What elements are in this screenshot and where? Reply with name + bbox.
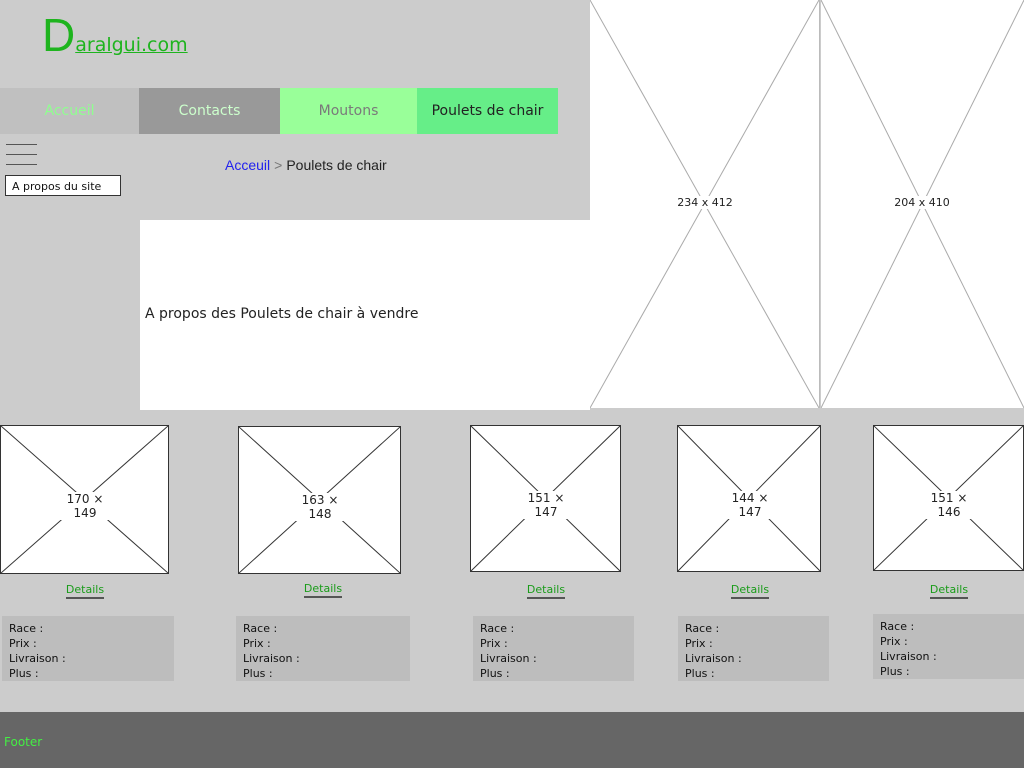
site-logo[interactable]: Daralgui.com bbox=[42, 10, 188, 60]
breadcrumb: Acceuil > Poulets de chair bbox=[225, 157, 387, 173]
prix-label: Prix : bbox=[243, 637, 271, 650]
about-site-button[interactable]: A propos du site bbox=[5, 175, 121, 196]
product-details-link[interactable]: Details bbox=[521, 583, 571, 599]
details-link-text[interactable]: Details bbox=[303, 582, 343, 598]
livraison-label: Livraison : bbox=[685, 652, 742, 665]
banner-size-label: 204 x 410 bbox=[892, 196, 952, 209]
footer-text: Footer bbox=[4, 735, 43, 749]
product-info-box: Race : Prix : Livraison : Plus : bbox=[473, 616, 634, 681]
prix-label: Prix : bbox=[880, 635, 908, 648]
product-image-size-label: 170 × 149 bbox=[55, 492, 115, 520]
nav-tab-home[interactable]: Accueil bbox=[0, 88, 139, 134]
details-link-text[interactable]: Details bbox=[526, 583, 566, 599]
prix-label: Prix : bbox=[480, 637, 508, 650]
product-info-box: Race : Prix : Livraison : Plus : bbox=[236, 616, 410, 681]
race-label: Race : bbox=[243, 622, 278, 635]
race-label: Race : bbox=[9, 622, 44, 635]
plus-label: Plus : bbox=[9, 667, 39, 680]
details-link-text[interactable]: Details bbox=[929, 583, 969, 599]
product-image-placeholder[interactable]: 144 × 147 bbox=[677, 425, 821, 572]
about-heading: A propos des Poulets de chair à vendre bbox=[145, 306, 419, 322]
logo-text[interactable]: aralgui.com bbox=[75, 34, 187, 56]
product-info-box: Race : Prix : Livraison : Plus : bbox=[873, 614, 1024, 679]
product-image-placeholder[interactable]: 163 × 148 bbox=[238, 426, 401, 574]
footer bbox=[0, 712, 1024, 768]
hamburger-line bbox=[6, 164, 37, 165]
prix-label: Prix : bbox=[685, 637, 713, 650]
plus-label: Plus : bbox=[880, 665, 910, 678]
livraison-label: Livraison : bbox=[480, 652, 537, 665]
details-link-text[interactable]: Details bbox=[730, 583, 770, 599]
hamburger-line bbox=[6, 144, 37, 145]
nav-tab-contacts[interactable]: Contacts bbox=[139, 88, 280, 134]
product-image-size-label: 163 × 148 bbox=[290, 493, 350, 521]
product-info-box: Race : Prix : Livraison : Plus : bbox=[678, 616, 829, 681]
livraison-label: Livraison : bbox=[9, 652, 66, 665]
product-details-link[interactable]: Details bbox=[298, 582, 348, 598]
race-label: Race : bbox=[685, 622, 720, 635]
prix-label: Prix : bbox=[9, 637, 37, 650]
livraison-label: Livraison : bbox=[243, 652, 300, 665]
race-label: Race : bbox=[480, 622, 515, 635]
plus-label: Plus : bbox=[685, 667, 715, 680]
plus-label: Plus : bbox=[480, 667, 510, 680]
product-image-size-label: 151 × 146 bbox=[919, 491, 979, 519]
product-details-link[interactable]: Details bbox=[725, 583, 775, 599]
breadcrumb-separator: > bbox=[274, 157, 283, 173]
product-image-placeholder[interactable]: 170 × 149 bbox=[0, 425, 169, 574]
product-details-link[interactable]: Details bbox=[60, 583, 110, 599]
banner-image-placeholder: 234 x 412 bbox=[590, 0, 820, 408]
product-image-placeholder[interactable]: 151 × 146 bbox=[873, 425, 1024, 571]
details-link-text[interactable]: Details bbox=[65, 583, 105, 599]
plus-label: Plus : bbox=[243, 667, 273, 680]
product-info-box: Race : Prix : Livraison : Plus : bbox=[2, 616, 174, 681]
breadcrumb-home-link[interactable]: Acceuil bbox=[225, 157, 270, 173]
product-details-link[interactable]: Details bbox=[924, 583, 974, 599]
nav-tab-moutons[interactable]: Moutons bbox=[280, 88, 417, 134]
banner-size-label: 234 x 412 bbox=[675, 196, 735, 209]
race-label: Race : bbox=[880, 620, 915, 633]
logo-initial: D bbox=[42, 9, 76, 61]
banner-image-placeholder: 204 x 410 bbox=[821, 0, 1024, 408]
nav-tab-poulets[interactable]: Poulets de chair bbox=[417, 88, 558, 134]
product-image-size-label: 151 × 147 bbox=[516, 491, 576, 519]
breadcrumb-current: Poulets de chair bbox=[286, 157, 387, 173]
product-image-size-label: 144 × 147 bbox=[720, 491, 780, 519]
hamburger-line bbox=[6, 154, 37, 155]
livraison-label: Livraison : bbox=[880, 650, 937, 663]
hamburger-menu-icon[interactable] bbox=[6, 144, 37, 166]
product-image-placeholder[interactable]: 151 × 147 bbox=[470, 425, 621, 572]
